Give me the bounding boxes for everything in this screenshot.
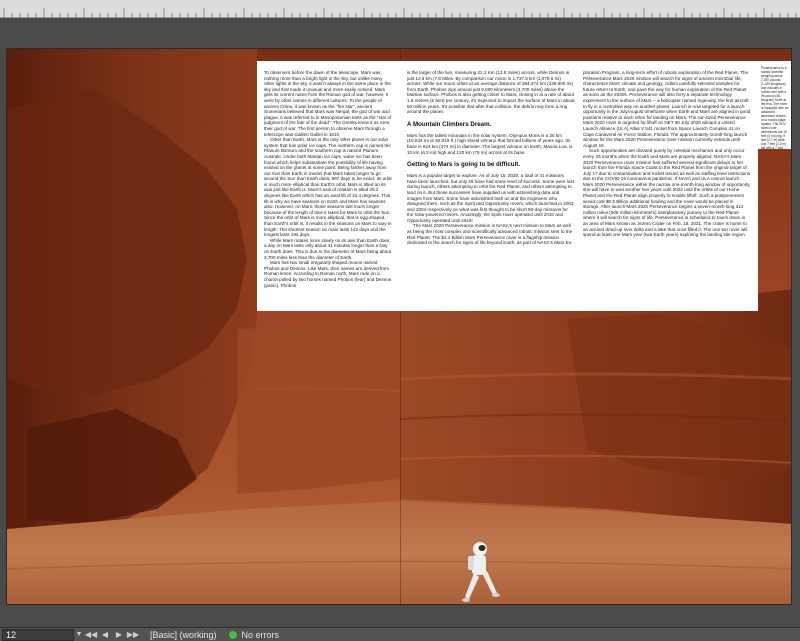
ruler-ticks — [3, 8, 797, 18]
col4-paragraph-1: Perseverance is a robotic scientist weig… — [761, 66, 789, 149]
col2c-paragraph-1: Mars is a popular target to explore. As … — [407, 173, 575, 223]
left-column-text: To observers before the dawn of the tele… — [264, 70, 393, 288]
document-spread[interactable]: To observers before the dawn of the tele… — [6, 48, 792, 605]
chevron-down-icon[interactable]: ▼ — [74, 631, 84, 638]
right-column-1: is the larger of the two, measuring 22.2… — [407, 70, 575, 302]
col2a-paragraph-1: is the larger of the two, measuring 22.2… — [407, 70, 575, 115]
horizontal-ruler[interactable] — [0, 0, 800, 18]
first-page-icon[interactable]: ◀◀ — [84, 629, 98, 641]
heading-mountain: A Mountain Climbers Dream. — [407, 120, 492, 128]
text-frame-overflow[interactable]: Perseverance is a robotic scientist weig… — [758, 61, 791, 149]
preflight-status-label: No errors — [241, 629, 280, 640]
col3-paragraph-2: Such opportunities are dictated purely b… — [583, 148, 751, 238]
left-paragraph-3: While Mars rotates more slowly on its ax… — [264, 237, 392, 260]
layout-app-window: To observers before the dawn of the tele… — [0, 0, 800, 641]
status-bar: 12 ▼ ◀◀ ◀ ▶ ▶▶ [Basic] (working) No erro… — [0, 627, 800, 641]
text-frame-left-page[interactable]: To observers before the dawn of the tele… — [257, 61, 400, 311]
col3-paragraph-1: ploration Program, a long-term effort of… — [583, 70, 751, 148]
left-paragraph-2: Other than Earth, Mars is the only other… — [264, 137, 392, 238]
last-page-icon[interactable]: ▶▶ — [126, 629, 140, 641]
next-page-icon[interactable]: ▶ — [112, 629, 126, 641]
previous-page-icon[interactable]: ◀ — [98, 629, 112, 641]
preflight-profile[interactable]: [Basic] (working) — [150, 630, 217, 640]
left-paragraph-4: Mars has two small irregularly shaped mo… — [264, 260, 392, 288]
right-column-2: ploration Program, a long-term effort of… — [583, 70, 751, 302]
col2b-paragraph-1: Mars has the tallest mountain in the sol… — [407, 132, 573, 155]
zoom-level-field[interactable]: 12 — [2, 628, 74, 641]
text-frame-right-page[interactable]: is the larger of the two, measuring 22.2… — [400, 61, 758, 311]
preflight-status[interactable]: No errors — [228, 629, 280, 640]
left-paragraph-1: To observers before the dawn of the tele… — [264, 70, 392, 137]
heading-getting-to-mars: Getting to Mars is going to be difficult… — [407, 161, 521, 169]
col2c-paragraph-2: The Mars 2020 Perseverance mission is NA… — [407, 223, 573, 246]
status-ok-icon — [228, 630, 237, 639]
